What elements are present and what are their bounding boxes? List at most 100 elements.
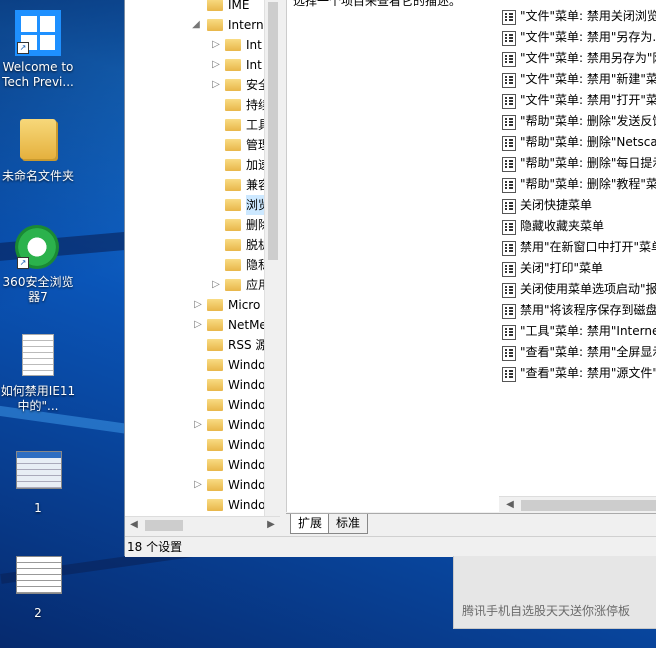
expand-arrow-icon[interactable]: ▷ [193,295,203,315]
tree-item[interactable]: Windo [125,395,266,415]
scroll-left-arrow-icon[interactable]: ◀ [127,519,141,530]
desktop-icon-browser[interactable]: ↗ 360安全浏览器7 [0,225,76,305]
tree-item-label: IME [228,0,250,12]
tab-extended[interactable]: 扩展 [290,514,331,534]
tree-vertical-scrollbar[interactable] [264,0,280,516]
folder-icon [207,339,223,351]
folder-icon [207,459,223,471]
policy-setting-icon [502,283,516,298]
tree-item[interactable]: 管理 [125,135,270,155]
tree-item[interactable]: 加速 [125,155,270,175]
scrollbar-thumb[interactable] [521,500,656,511]
tree-item-label: Windo [228,478,266,492]
folder-icon [225,179,241,191]
folder-icon [207,419,223,431]
tree-item[interactable]: ▷ 安全 [125,75,270,95]
expand-arrow-icon[interactable]: ▷ [193,315,203,335]
tree-item[interactable]: 脱机 [125,235,270,255]
notification-popup[interactable]: 腾讯手机自选股天天送你涨停板 [453,556,656,629]
scroll-right-arrow-icon[interactable]: ▶ [264,519,278,530]
expand-arrow-icon[interactable]: ▷ [211,35,221,55]
policy-setting-label: 禁用"将该程序保存到磁盘 [520,303,656,317]
tree-item-label: RSS 源 [228,338,268,352]
desktop-icon-document[interactable]: 如何禁用IE11中的"... [0,332,76,414]
policy-setting-label: "帮助"菜单: 删除"每日提示 [520,156,656,170]
tree-item[interactable]: ▷ Micro [125,295,264,315]
settings-pane: 选择一个项目来查看它的描述。 "文件"菜单: 禁用关闭浏览器 "文件"菜单: 禁用… [286,0,656,512]
policy-setting-label: "文件"菜单: 禁用"另存为... [520,30,656,44]
scrollbar-thumb[interactable] [145,520,183,531]
policy-setting-label: "文件"菜单: 禁用另存为"网 [520,51,656,65]
notification-text: 腾讯手机自选股天天送你涨停板 [462,604,631,618]
expand-arrow-icon[interactable]: ▷ [211,275,221,295]
folder-icon [207,19,223,31]
desktop-icon-label: 360安全浏览器7 [2,275,74,304]
tree-item[interactable]: IME [125,0,264,15]
folder-icon [207,499,223,511]
folder-icon [225,59,241,71]
desktop-icon-image-2[interactable]: 2 [0,550,76,621]
policy-setting-label: "工具"菜单: 禁用"Internet [520,324,656,338]
desktop-icon-welcome[interactable]: ↗ Welcome to Tech Previ... [0,10,76,90]
tree-item-label: Int [246,38,262,52]
tree-item[interactable]: 浏览 [125,195,271,215]
policy-setting-label: "文件"菜单: 禁用关闭浏览器 [520,9,656,23]
policy-setting-label: "查看"菜单: 禁用"全屏显示 [520,345,656,359]
desktop-icon-folder[interactable]: 未命名文件夹 [0,115,76,184]
tree-item[interactable]: 兼容 [125,175,270,195]
settings-horizontal-scrollbar[interactable]: ◀ [499,496,656,514]
tree-item[interactable]: ▷ Windo [125,415,265,435]
tree-item-label: Windo [228,398,266,412]
folder-icon [207,0,223,11]
tree-item[interactable]: RSS 源 [125,335,268,355]
folder-icon [207,379,223,391]
collapse-arrow-icon[interactable]: ◢ [191,15,201,35]
tab-standard[interactable]: 标准 [328,514,369,534]
tree-item[interactable]: ◢ Interne [125,15,271,35]
scrollbar-thumb[interactable] [268,2,278,260]
tree-item[interactable]: ▷ Int [125,55,264,75]
desktop-icon-label: 1 [34,501,42,515]
tree-item[interactable]: ▷ NetMe [125,315,267,335]
pane-splitter[interactable] [280,0,285,536]
tree-item-label: Windo [228,458,266,472]
tree-item-label: Windo [228,438,266,452]
tree-item[interactable]: 工具 [125,115,270,135]
policy-setting-icon [502,157,516,172]
policy-setting-icon [502,52,516,67]
tree-item[interactable]: ▷ Windo [125,475,266,495]
folder-icon [207,439,223,451]
folder-icon [225,99,241,111]
policy-setting-label: "帮助"菜单: 删除"Netscap [520,135,656,149]
policy-setting-label: 隐藏收藏夹菜单 [520,219,605,233]
tree-item[interactable]: 隐私 [125,255,270,275]
tree-item[interactable]: Windo [125,455,266,475]
policy-setting-icon [502,115,516,130]
policy-setting-label: "文件"菜单: 禁用"打开"菜 [520,93,656,107]
tree-item[interactable]: Windo [125,495,266,515]
tree-item-label: Int [246,58,262,72]
tree-item[interactable]: Windo [125,435,266,455]
shortcut-arrow-icon: ↗ [17,257,29,269]
tree-item[interactable]: ▷ 应用 [125,275,270,295]
windows-logo-icon: ↗ [15,10,61,56]
expand-arrow-icon[interactable]: ▷ [211,75,221,95]
expand-arrow-icon[interactable]: ▷ [211,55,221,75]
desktop-icon-image-1[interactable]: 1 [0,445,76,516]
policy-setting-icon [502,367,516,382]
status-bar: 18 个设置 [125,536,656,557]
description-text: 选择一个项目来查看它的描述。 [293,0,462,8]
folder-icon [225,119,241,131]
folder-icon [225,239,241,251]
tree-item[interactable]: Windo [125,355,266,375]
tree-item[interactable]: Windo [125,375,266,395]
browser-icon: ↗ [15,225,61,271]
expand-arrow-icon[interactable]: ▷ [193,415,203,435]
tree-item[interactable]: 删除 [125,215,270,235]
expand-arrow-icon[interactable]: ▷ [193,475,203,495]
scroll-left-arrow-icon[interactable]: ◀ [503,499,517,510]
tree-item[interactable]: ▷ Int [125,35,264,55]
tree-horizontal-scrollbar[interactable]: ◀ ▶ [125,516,280,534]
tree-item[interactable]: 持续 [125,95,270,115]
view-tabs: 扩展 标准 [286,513,656,536]
